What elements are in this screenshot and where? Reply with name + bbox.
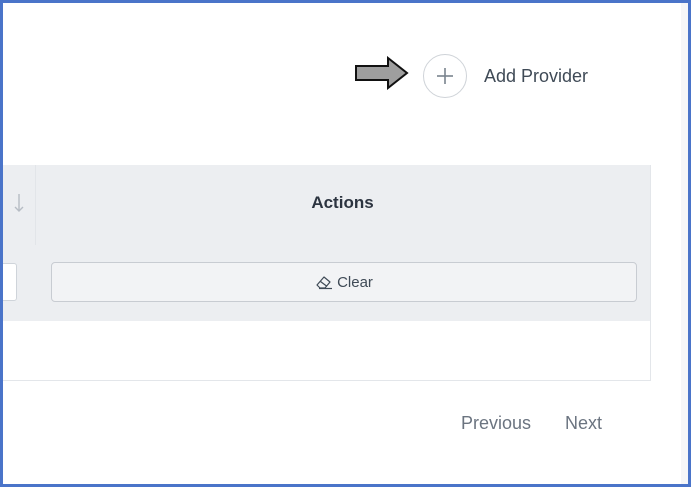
table-header: Actions Clear [3,165,650,321]
right-arrow-icon [355,56,409,90]
add-provider-label: Add Provider [484,65,589,86]
clear-button-label: Clear [337,273,373,291]
actions-column-header: Actions [311,193,374,212]
plus-circle-icon [423,54,467,98]
page-frame: Add Provider Actions Clear Previous Next [0,0,691,487]
pagination: Previous Next [461,413,602,434]
right-edge-strip [681,3,688,484]
add-provider-button[interactable]: Add Provider [423,52,588,100]
providers-table: Actions Clear [3,165,651,381]
clear-filters-button[interactable]: Clear [51,262,637,302]
eraser-icon [316,276,333,290]
column-filter-input[interactable] [3,263,17,301]
previous-page-button[interactable]: Previous [461,413,531,434]
sort-down-icon[interactable] [13,192,25,214]
next-page-button[interactable]: Next [565,413,602,434]
